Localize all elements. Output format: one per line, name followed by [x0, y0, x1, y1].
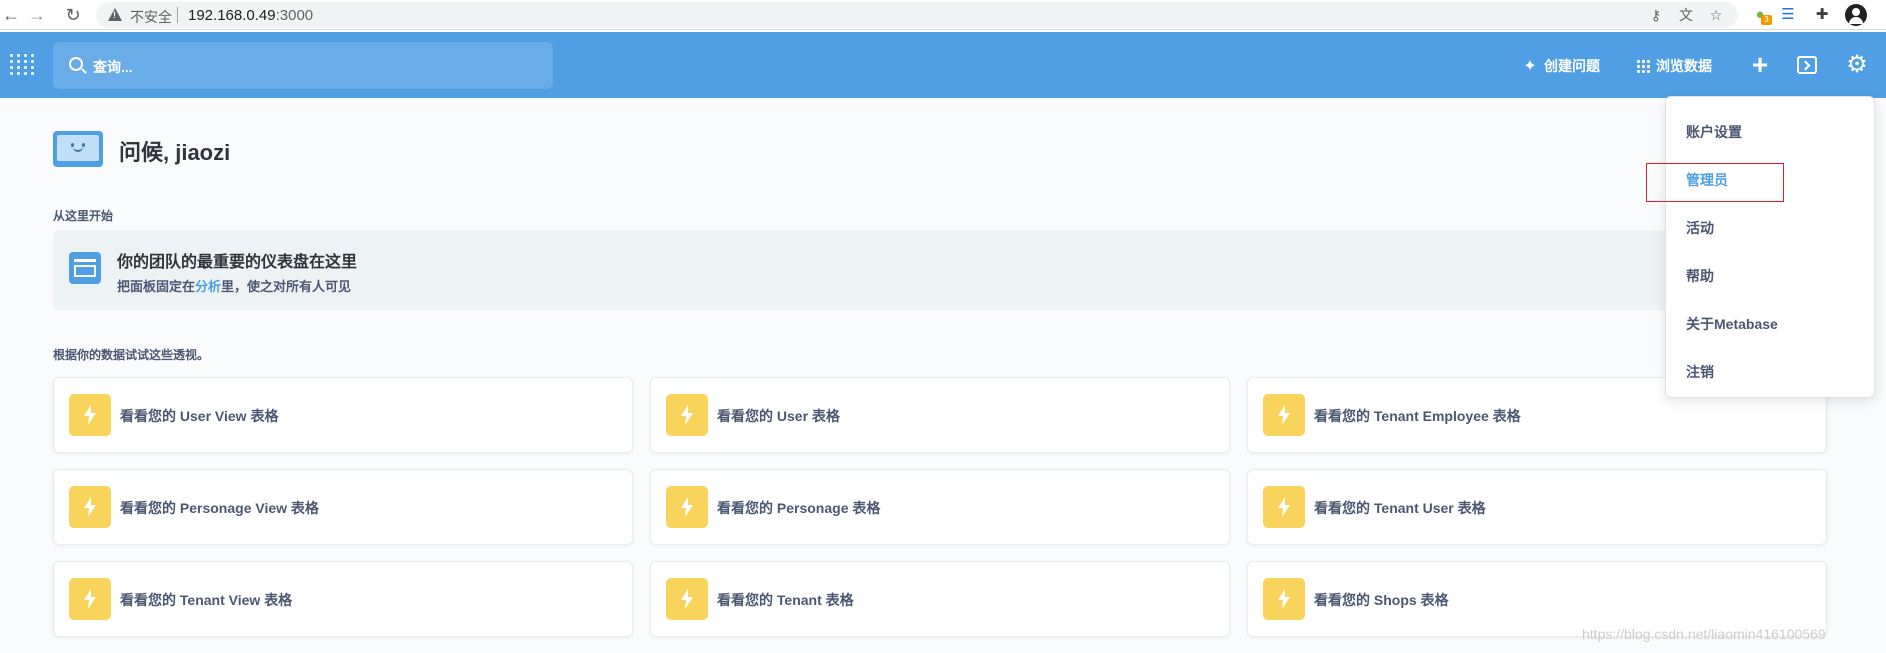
create-question-button[interactable]: ✦ 创建问题 [1522, 56, 1600, 76]
puzzle-icon[interactable]: ✚ [1811, 4, 1833, 26]
xray-card[interactable]: 看看您的 Tenant User 表格 [1247, 469, 1827, 545]
xray-label: 看看您的 Tenant User 表格 [1314, 500, 1486, 516]
plus-icon[interactable]: + [1747, 51, 1773, 79]
menu-item-logout[interactable]: 注销 [1686, 362, 1714, 382]
reload-icon[interactable]: ↻ [62, 4, 84, 26]
forward-arrow-icon[interactable]: → [26, 4, 48, 26]
start-here-label: 从这里开始 [53, 209, 114, 223]
browse-data-button[interactable]: 浏览数据 [1636, 56, 1712, 76]
extension-badge: 3 [1761, 15, 1772, 25]
lightning-icon [69, 394, 111, 436]
url-text[interactable]: 192.168.0.49:3000 [188, 7, 313, 24]
pin-dashboard-card[interactable]: 你的团队的最重要的仪表盘在这里 把面板固定在分析里，使之对所有人可见 [53, 230, 1825, 310]
greeting-text: 问候, jiaozi [119, 140, 231, 165]
create-question-label: 创建问题 [1544, 58, 1600, 74]
xray-label: 看看您的 Tenant View 表格 [120, 592, 293, 608]
settings-dropdown-menu: 账户设置 管理员 活动 帮助 关于Metabase 注销 [1665, 96, 1875, 398]
menu-item-help[interactable]: 帮助 [1686, 266, 1714, 286]
subtitle-suffix: 里，使之对所有人可见 [221, 279, 352, 294]
back-arrow-icon[interactable]: ← [0, 4, 22, 26]
key-icon[interactable]: ⚷ [1646, 5, 1666, 25]
search-input[interactable]: 查询... [53, 42, 553, 89]
menu-item-account-settings[interactable]: 账户设置 [1686, 122, 1742, 142]
lightning-icon [1263, 486, 1305, 528]
profile-avatar-icon[interactable] [1845, 4, 1867, 26]
xray-card[interactable]: 看看您的 Personage View 表格 [53, 469, 633, 545]
lightning-icon [69, 486, 111, 528]
address-bar[interactable]: 不安全 192.168.0.49:3000 ⚷ 文 ☆ [96, 2, 1738, 28]
xray-label: 看看您的 User 表格 [717, 408, 840, 424]
star-icon[interactable]: ☆ [1706, 5, 1726, 25]
reader-icon[interactable]: ☰ [1777, 4, 1799, 26]
xray-card[interactable]: 看看您的 Tenant 表格 [650, 561, 1230, 637]
translate-icon[interactable]: 文 [1676, 5, 1696, 25]
sql-editor-icon[interactable] [1797, 56, 1817, 74]
url-host: 192.168.0.49 [188, 7, 276, 24]
xray-label: 看看您的 Personage View 表格 [120, 500, 319, 516]
search-placeholder: 查询... [93, 59, 133, 75]
lightning-icon [1263, 394, 1305, 436]
dashboard-icon [69, 252, 101, 284]
subtitle-prefix: 把面板固定在 [117, 279, 196, 294]
greeting-monitor-icon [53, 131, 103, 167]
browse-data-label: 浏览数据 [1656, 58, 1712, 74]
xray-card[interactable]: 看看您的 Personage 表格 [650, 469, 1230, 545]
search-icon [69, 57, 83, 71]
xray-label: 看看您的 Tenant 表格 [717, 592, 854, 608]
xray-label: 看看您的 Tenant Employee 表格 [1314, 408, 1521, 424]
gear-icon[interactable]: ⚙ [1844, 52, 1870, 78]
xray-section-label: 根据你的数据试试这些透视。 [53, 348, 210, 362]
metabase-logo-icon[interactable] [10, 54, 36, 76]
pin-card-title: 你的团队的最重要的仪表盘在这里 [117, 254, 358, 271]
lightning-icon [69, 578, 111, 620]
url-port: :3000 [275, 7, 314, 24]
insecure-label: 不安全 [130, 9, 172, 25]
xray-card[interactable]: 看看您的 User View 表格 [53, 377, 633, 453]
lightning-icon [666, 394, 708, 436]
browser-toolbar: ← → ↻ 不安全 192.168.0.49:3000 ⚷ 文 ☆ ●3 ☰ ✚ [0, 0, 1886, 30]
menu-item-about-metabase[interactable]: 关于Metabase [1686, 314, 1778, 334]
annotation-highlight-box [1646, 163, 1784, 202]
menu-item-activity[interactable]: 活动 [1686, 218, 1714, 238]
xray-label: 看看您的 User View 表格 [120, 408, 279, 424]
xray-card[interactable]: 看看您的 Tenant View 表格 [53, 561, 633, 637]
lightning-icon [1263, 578, 1305, 620]
pin-card-subtitle: 把面板固定在分析里，使之对所有人可见 [117, 276, 351, 295]
xray-card[interactable]: 看看您的 User 表格 [650, 377, 1230, 453]
app-header: 查询... ✦ 创建问题 浏览数据 + ⚙ [0, 32, 1886, 98]
xray-label: 看看您的 Shops 表格 [1314, 592, 1449, 608]
warning-icon [108, 8, 122, 21]
xray-label: 看看您的 Personage 表格 [717, 500, 881, 516]
watermark-text: https://blog.csdn.net/liaomin416100569 [1582, 626, 1826, 642]
extension-icon[interactable]: ● 3 [1749, 4, 1772, 26]
address-separator [177, 7, 178, 23]
lightning-icon [666, 486, 708, 528]
sparkle-icon: ✦ [1523, 58, 1537, 75]
grid-icon [1636, 59, 1650, 73]
lightning-icon [666, 578, 708, 620]
analytics-link[interactable]: 分析 [195, 279, 221, 294]
